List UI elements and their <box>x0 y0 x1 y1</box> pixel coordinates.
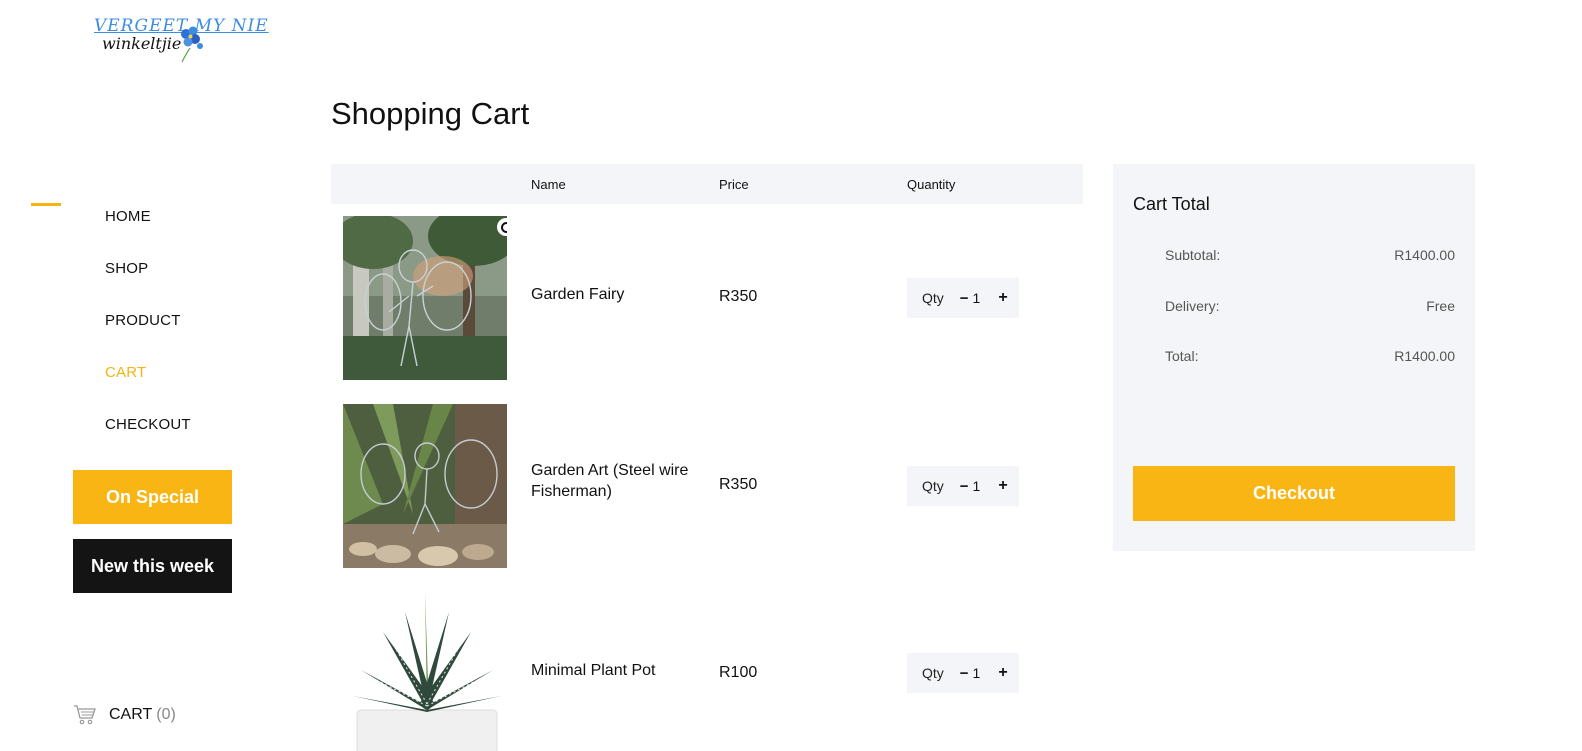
product-image-minimal-plant-pot[interactable] <box>343 592 507 751</box>
total-label: Total: <box>1165 348 1199 364</box>
quantity-value[interactable]: 1 <box>973 290 981 306</box>
quantity-stepper: Qty − 1 + <box>907 278 1019 318</box>
nav-item-label: HOME <box>105 207 151 225</box>
cart-row: Garden Art (Steel wire Fisherman) R350 Q… <box>331 392 1083 580</box>
product-name[interactable]: Garden Art (Steel wire Fisherman) <box>531 460 706 502</box>
cart-link-label: CART <box>109 706 153 723</box>
increase-quantity-button[interactable]: + <box>998 477 1007 495</box>
increase-quantity-button[interactable]: + <box>998 289 1007 307</box>
cart-total-title: Cart Total <box>1133 194 1210 214</box>
delivery-value: Free <box>1426 298 1455 314</box>
product-image-garden-art[interactable] <box>343 404 507 568</box>
nav-item-label: SHOP <box>105 259 149 277</box>
column-header-price: Price <box>719 177 749 192</box>
quantity-value[interactable]: 1 <box>973 478 981 494</box>
product-name[interactable]: Garden Fairy <box>531 284 706 305</box>
cart-count: (0) <box>156 706 176 723</box>
delivery-row: Delivery: Free <box>1165 298 1455 314</box>
nav-item-shop[interactable]: SHOP <box>0 242 260 294</box>
cart-row: Garden Fairy R350 Qty − 1 + <box>331 204 1083 392</box>
subtotal-row: Subtotal: R1400.00 <box>1165 247 1455 263</box>
nav-item-label: CART <box>105 363 147 381</box>
nav-item-product[interactable]: PRODUCT <box>0 294 260 346</box>
nav-item-home[interactable]: HOME <box>0 190 260 242</box>
cart-row: Minimal Plant Pot R100 Qty − 1 + <box>331 580 1083 751</box>
qty-label: Qty <box>922 478 944 494</box>
sidebar-nav: HOME SHOP PRODUCT CART CHECKOUT <box>0 190 260 450</box>
quantity-value[interactable]: 1 <box>973 665 981 681</box>
cart-icon <box>74 705 96 725</box>
qty-label: Qty <box>922 290 944 306</box>
forget-me-not-flower-icon <box>181 26 203 63</box>
cart-table-header: Name Price Quantity <box>331 164 1083 204</box>
product-image-garden-fairy[interactable] <box>343 216 507 380</box>
qty-label: Qty <box>922 665 944 681</box>
delivery-label: Delivery: <box>1165 298 1220 314</box>
nav-item-cart[interactable]: CART <box>0 346 260 398</box>
sidebar-cart-link[interactable]: CART (0) <box>73 704 176 726</box>
total-value: R1400.00 <box>1394 348 1455 364</box>
subtotal-label: Subtotal: <box>1165 247 1221 263</box>
product-price: R350 <box>719 288 758 305</box>
cart-total-panel: Cart Total Subtotal: R1400.00 Delivery: … <box>1113 164 1475 551</box>
active-nav-marker <box>31 203 61 206</box>
column-header-quantity: Quantity <box>907 177 956 192</box>
decrease-quantity-button[interactable]: − <box>960 478 969 495</box>
new-this-week-button[interactable]: New this week <box>73 539 232 593</box>
site-logo[interactable]: VERGEET MY NIE winkeltjie <box>90 14 268 66</box>
quantity-stepper: Qty − 1 + <box>907 653 1019 693</box>
decrease-quantity-button[interactable]: − <box>960 290 969 307</box>
increase-quantity-button[interactable]: + <box>998 664 1007 682</box>
on-special-button[interactable]: On Special <box>73 470 232 524</box>
product-price: R350 <box>719 476 758 493</box>
checkout-button[interactable]: Checkout <box>1133 466 1455 521</box>
decrease-quantity-button[interactable]: − <box>960 665 969 682</box>
nav-item-label: CHECKOUT <box>105 415 191 433</box>
product-price: R100 <box>719 664 758 681</box>
logo-subtitle: winkeltjie <box>102 34 182 53</box>
nav-item-checkout[interactable]: CHECKOUT <box>0 398 260 450</box>
quantity-stepper: Qty − 1 + <box>907 466 1019 506</box>
product-name[interactable]: Minimal Plant Pot <box>531 660 706 681</box>
column-header-name: Name <box>531 177 566 192</box>
subtotal-value: R1400.00 <box>1394 247 1455 263</box>
page-title: Shopping Cart <box>331 96 530 131</box>
nav-item-label: PRODUCT <box>105 311 181 329</box>
total-row: Total: R1400.00 <box>1165 348 1455 364</box>
